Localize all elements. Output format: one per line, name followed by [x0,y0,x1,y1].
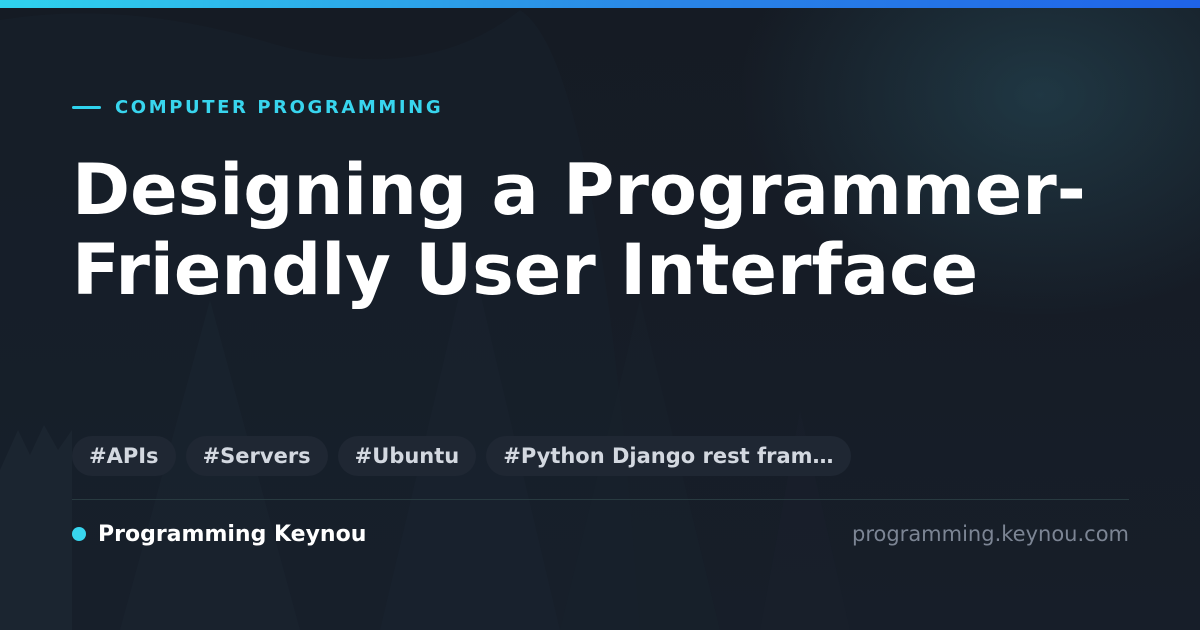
brand-dot-icon [72,527,86,541]
tag-ubuntu[interactable]: #Ubuntu [337,436,477,476]
tag-servers[interactable]: #Servers [185,436,328,476]
category-kicker: COMPUTER PROGRAMMING [72,96,443,118]
footer: Programming Keynou programming.keynou.co… [72,518,1129,550]
page-title: Designing a Programmer-Friendly User Int… [72,149,1086,311]
top-accent-bar [0,0,1200,8]
kicker-accent-line [72,105,101,109]
footer-divider [72,499,1129,500]
tag-list: #APIs #Servers #Ubuntu #Python Django re… [72,436,851,476]
category-label: COMPUTER PROGRAMMING [115,96,444,118]
tag-apis[interactable]: #APIs [72,436,176,476]
site-brand[interactable]: Programming Keynou [72,522,366,547]
site-name: Programming Keynou [98,521,367,547]
site-url[interactable]: programming.keynou.com [852,522,1129,546]
social-card: COMPUTER PROGRAMMING Designing a Program… [0,0,1200,630]
tag-python-django[interactable]: #Python Django rest fram… [486,436,851,476]
